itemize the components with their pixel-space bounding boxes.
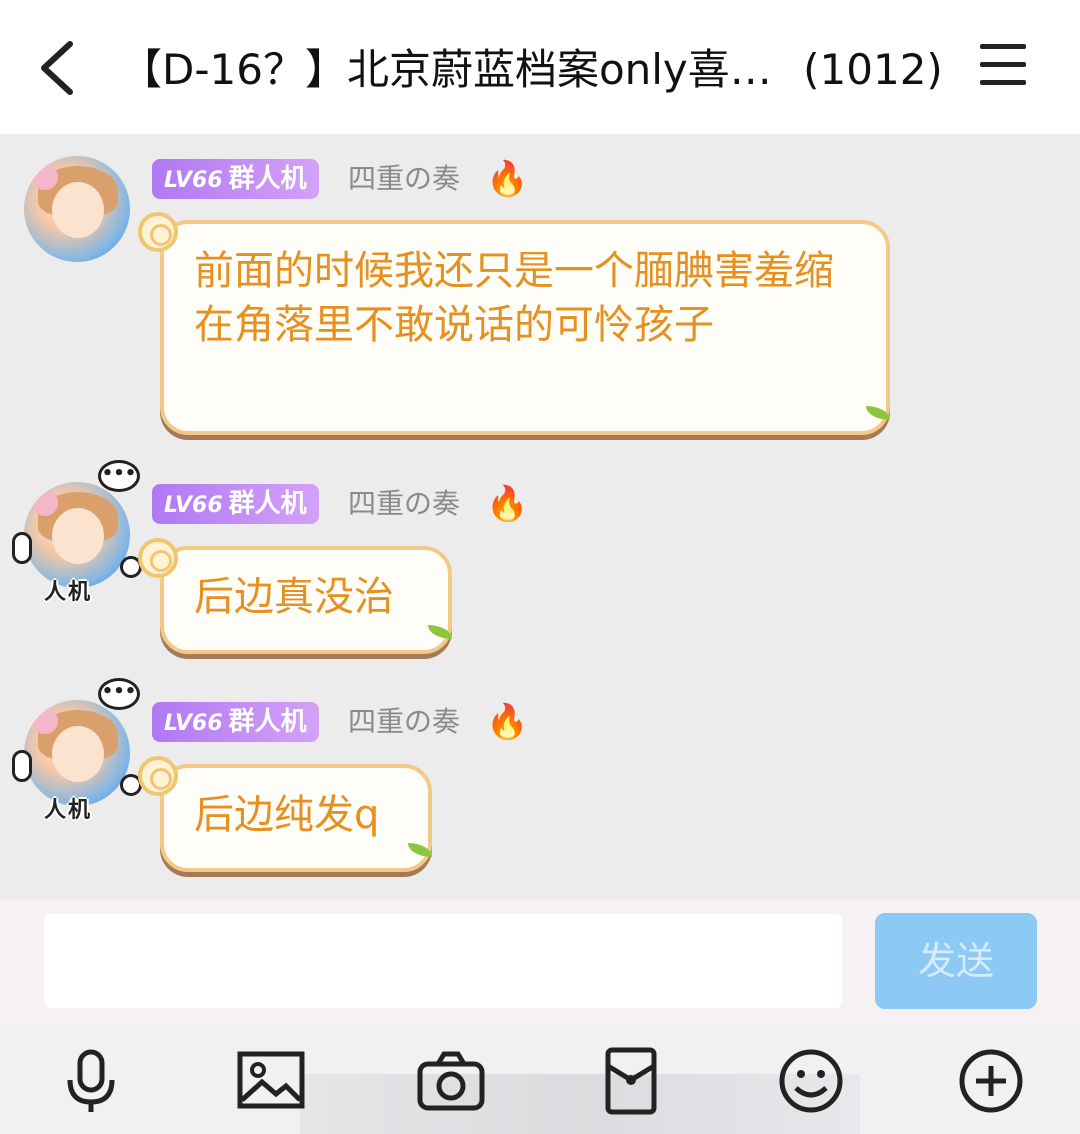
sender-nickname[interactable]: 四重の奏	[348, 702, 460, 742]
frame-decoration-icon	[12, 750, 32, 782]
sun-decoration-icon	[138, 538, 178, 578]
fire-icon: 🔥	[486, 702, 529, 742]
avatar[interactable]	[24, 700, 130, 806]
fire-icon: 🔥	[486, 484, 529, 524]
sender-nickname[interactable]: 四重の奏	[348, 484, 460, 524]
microphone-icon[interactable]	[56, 1046, 126, 1116]
message-text: 后边纯发q	[194, 792, 380, 838]
message-bubble[interactable]: 前面的时候我还只是一个腼腆害羞缩在角落里不敢说话的可怜孩子	[160, 220, 890, 435]
add-icon[interactable]	[956, 1046, 1026, 1116]
member-title-badge: LV66 群人机	[152, 484, 319, 524]
member-title-badge: LV66 群人机	[152, 702, 319, 742]
fire-icon: 🔥	[486, 159, 529, 199]
avatar-frame-label: 人机	[44, 798, 93, 823]
message-bubble[interactable]: 后边真没治	[160, 546, 452, 654]
group-name: 【D-16？】北京蔚蓝档案only喜…	[120, 45, 772, 94]
composer: 发送	[0, 900, 1080, 1024]
message-text: 前面的时候我还只是一个腼腆害羞缩在角落里不敢说话的可怜孩子	[194, 248, 834, 348]
message-item: ••• 人机 LV66 群人机 四重の奏 🔥 后边纯发q	[0, 678, 1080, 878]
title-label: 群人机	[228, 489, 307, 519]
camera-icon[interactable]	[416, 1046, 486, 1116]
menu-button[interactable]	[980, 44, 1030, 90]
message-bubble[interactable]: 后边纯发q	[160, 764, 432, 872]
avatar-frame-label: 人机	[44, 580, 93, 605]
chat-header: 【D-16？】北京蔚蓝档案only喜… (1012)	[0, 0, 1080, 134]
chat-bubble-icon: •••	[98, 678, 140, 710]
emoji-icon[interactable]	[776, 1046, 846, 1116]
message-text: 后边真没治	[194, 574, 394, 620]
member-count: (1012)	[803, 45, 940, 94]
message-input[interactable]	[44, 914, 842, 1008]
message-item: ••• 人机 LV66 群人机 四重の奏 🔥 后边真没治	[0, 460, 1080, 660]
sender-nickname[interactable]: 四重の奏	[348, 159, 460, 199]
message-list[interactable]: LV66 群人机 四重の奏 🔥 前面的时候我还只是一个腼腆害羞缩在角落里不敢说话的…	[0, 134, 1080, 900]
avatar[interactable]	[24, 156, 130, 262]
frame-decoration-icon	[12, 532, 32, 564]
message-item: LV66 群人机 四重の奏 🔥 前面的时候我还只是一个腼腆害羞缩在角落里不敢说话的…	[0, 154, 1080, 454]
chat-title[interactable]: 【D-16？】北京蔚蓝档案only喜… (1012)	[120, 40, 940, 100]
title-label: 群人机	[228, 164, 307, 194]
composer-toolbar	[0, 1024, 1080, 1134]
level-label: LV66	[164, 711, 223, 736]
member-title-badge: LV66 群人机	[152, 159, 319, 199]
image-icon[interactable]	[236, 1046, 306, 1116]
chat-bubble-icon: •••	[98, 460, 140, 492]
back-button[interactable]	[30, 36, 90, 100]
level-label: LV66	[164, 493, 223, 518]
sun-decoration-icon	[138, 212, 178, 252]
red-packet-icon[interactable]	[596, 1046, 666, 1116]
avatar[interactable]	[24, 482, 130, 588]
sun-decoration-icon	[138, 756, 178, 796]
title-label: 群人机	[228, 707, 307, 737]
hamburger-icon	[980, 44, 1030, 85]
chevron-left-icon	[41, 41, 73, 95]
level-label: LV66	[164, 168, 223, 193]
send-button[interactable]: 发送	[875, 913, 1037, 1009]
